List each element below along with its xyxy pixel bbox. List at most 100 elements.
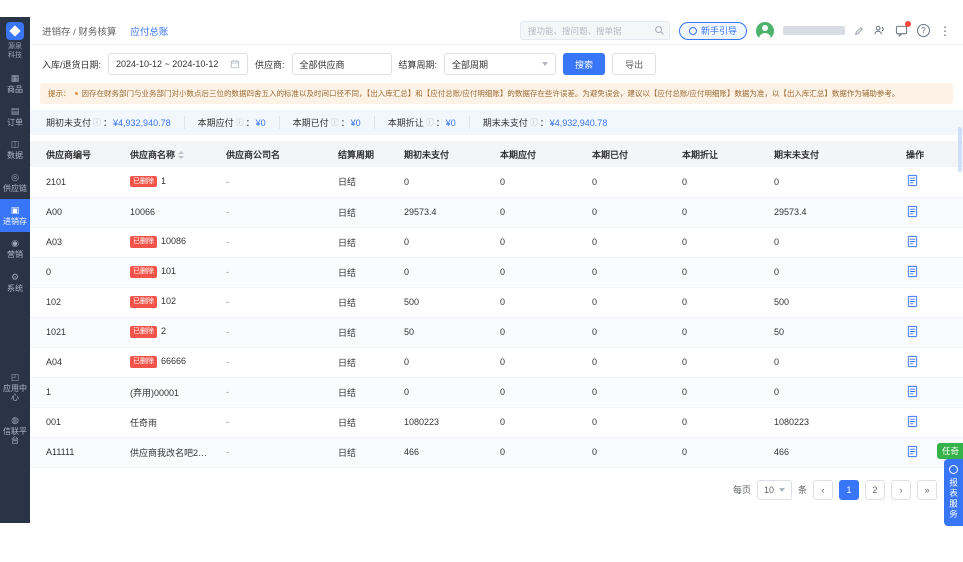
table-row: A03 已删除 10086 - 日结 0 0 0 0 0 xyxy=(30,227,963,258)
cell-company: - xyxy=(218,347,330,378)
info-icon[interactable]: ⓘ xyxy=(93,117,101,128)
bill-detail-icon[interactable] xyxy=(906,415,919,428)
supplier-input[interactable]: 全部供应商 xyxy=(291,53,392,75)
sidebar-item[interactable]: ◉ 营销 xyxy=(0,232,30,265)
cell-period-discount: 0 xyxy=(674,197,766,228)
cell-actions xyxy=(876,317,963,348)
floating-tag[interactable]: 任奇 xyxy=(936,443,963,459)
per-page-select[interactable]: 10 xyxy=(756,479,792,500)
sidebar-item[interactable]: ⚙ 系统 xyxy=(0,266,30,299)
avatar[interactable] xyxy=(756,21,774,40)
sidebar-item[interactable]: ▣ 进销存 xyxy=(0,199,30,233)
table-header-row: 供应商编号 供应商名称 供应商公司名 结算周期 期初未支付 本期应付 本期已付 本期折让 期末未… xyxy=(30,141,963,167)
cell-company: - xyxy=(218,257,330,288)
per-page-label: 每页 xyxy=(732,485,751,495)
app-logo[interactable]: 源泉科技 xyxy=(5,22,25,67)
cell-cycle: 日结 xyxy=(330,347,396,378)
message-icon[interactable] xyxy=(895,21,911,37)
column-header: 结算周期 xyxy=(330,141,396,167)
bill-detail-icon[interactable] xyxy=(906,174,919,187)
cell-period-payable: 0 xyxy=(492,437,584,468)
cell-closing-unpaid: 0 xyxy=(766,167,876,198)
cell-period-discount: 0 xyxy=(674,257,766,288)
guide-icon xyxy=(688,26,697,35)
info-icon[interactable]: ⓘ xyxy=(426,117,434,128)
cell-cycle: 日结 xyxy=(330,437,396,468)
cell-supplier-code: A00 xyxy=(30,197,122,228)
cell-cycle: 日结 xyxy=(330,167,396,198)
info-icon[interactable]: ⓘ xyxy=(331,117,339,128)
cell-supplier-code: A03 xyxy=(30,227,122,258)
jump-forward-button[interactable]: » xyxy=(917,479,937,500)
service-tab[interactable]: 报表服务 xyxy=(944,459,963,526)
column-header: 期末未支付 xyxy=(766,141,876,167)
sidebar-bottom-nav: ◰ 应用中心 ◍ 信联平台 xyxy=(0,366,30,451)
table-row: 2101 已删除 1 - 日结 0 0 0 0 0 xyxy=(30,167,963,198)
cell-actions xyxy=(876,257,963,288)
prev-page-button[interactable]: ‹ xyxy=(813,479,833,500)
help-icon[interactable]: ? xyxy=(917,24,930,37)
cell-period-payable: 0 xyxy=(492,257,584,288)
sort-icon[interactable] xyxy=(178,151,185,159)
column-header: 本期折让 xyxy=(674,141,766,167)
cell-opening-unpaid: 0 xyxy=(396,347,492,378)
breadcrumb[interactable]: 进销存 / 财务核算 xyxy=(42,24,116,38)
next-page-button[interactable]: › xyxy=(891,479,911,500)
cell-actions xyxy=(876,287,963,318)
cell-supplier-code: 001 xyxy=(30,407,122,438)
date-range-input[interactable]: 2024-10-12 ~ 2024-10-12 xyxy=(108,53,249,75)
cell-actions xyxy=(876,197,963,228)
bill-detail-icon[interactable] xyxy=(906,295,919,308)
cycle-select[interactable]: 全部周期 xyxy=(444,53,557,75)
stats-bar: 期初未支付 ⓘ ： ¥4,932,940.78 本期应付 ⓘ ： ¥0 本期已付… xyxy=(30,110,963,135)
sidebar-item[interactable]: ▦ 商品 xyxy=(0,67,30,100)
cell-period-paid: 0 xyxy=(584,197,674,228)
cell-period-payable: 0 xyxy=(492,377,584,408)
cell-actions xyxy=(876,377,963,408)
cell-company: - xyxy=(218,407,330,438)
cell-supplier-name: 任奇雨 xyxy=(122,407,218,438)
info-icon[interactable]: ⓘ xyxy=(530,117,538,128)
page-number-button[interactable]: 2 xyxy=(865,479,885,500)
sidebar-item[interactable]: ◎ 供应链 xyxy=(0,166,30,199)
bill-detail-icon[interactable] xyxy=(906,445,919,458)
logo-text: 源泉科技 xyxy=(8,43,22,59)
deleted-badge: 已删除 xyxy=(130,296,157,308)
cell-closing-unpaid: 1080223 xyxy=(766,407,876,438)
topbar: 进销存 / 财务核算 应付总账 新手引导 xyxy=(30,17,963,45)
info-icon[interactable]: ⓘ xyxy=(236,117,244,128)
page: 源泉科技 ▦ 商品 ▤ 订单 ◫ 数据 ◎ 供应链 ▣ 进销存 ◉ 营销 ⚙ 系… xyxy=(0,0,963,562)
edit-icon[interactable] xyxy=(854,26,864,36)
export-button[interactable]: 导出 xyxy=(612,53,657,75)
column-header: 供应商名称 xyxy=(122,141,218,167)
sidebar: 源泉科技 ▦ 商品 ▤ 订单 ◫ 数据 ◎ 供应链 ▣ 进销存 ◉ 营销 ⚙ 系… xyxy=(0,17,30,523)
search-icon[interactable] xyxy=(654,25,665,36)
guide-button[interactable]: 新手引导 xyxy=(678,21,747,40)
cell-closing-unpaid: 29573.4 xyxy=(766,197,876,228)
scrollbar-thumb[interactable] xyxy=(958,127,962,172)
column-header: 本期应付 xyxy=(492,141,584,167)
bill-detail-icon[interactable] xyxy=(906,325,919,338)
bill-detail-icon[interactable] xyxy=(906,385,919,398)
sidebar-item[interactable]: ▤ 订单 xyxy=(0,100,30,133)
cell-company: - xyxy=(218,227,330,258)
cell-company: - xyxy=(218,437,330,468)
bill-detail-icon[interactable] xyxy=(906,355,919,368)
contacts-icon[interactable] xyxy=(873,24,886,37)
calendar-icon xyxy=(230,59,240,69)
notice-text: 因存在财务部门与业务部门对小数点后三位的数据四舍五入的标准以及时间口径不同，【出… xyxy=(81,89,900,98)
bill-detail-icon[interactable] xyxy=(906,205,919,218)
page-number-button[interactable]: 1 xyxy=(839,479,859,500)
active-page-tab[interactable]: 应付总账 xyxy=(130,24,168,38)
bill-detail-icon[interactable] xyxy=(906,235,919,248)
bill-detail-icon[interactable] xyxy=(906,265,919,278)
more-icon[interactable]: ⋮ xyxy=(939,25,951,37)
cell-actions xyxy=(876,227,963,258)
deleted-badge: 已删除 xyxy=(130,326,157,338)
search-input[interactable] xyxy=(519,21,670,41)
sidebar-item[interactable]: ◍ 信联平台 xyxy=(0,409,30,451)
sidebar-item[interactable]: ◰ 应用中心 xyxy=(0,366,30,408)
sidebar-item[interactable]: ◫ 数据 xyxy=(0,133,30,166)
cell-actions xyxy=(876,167,963,198)
search-button[interactable]: 搜索 xyxy=(563,53,606,75)
